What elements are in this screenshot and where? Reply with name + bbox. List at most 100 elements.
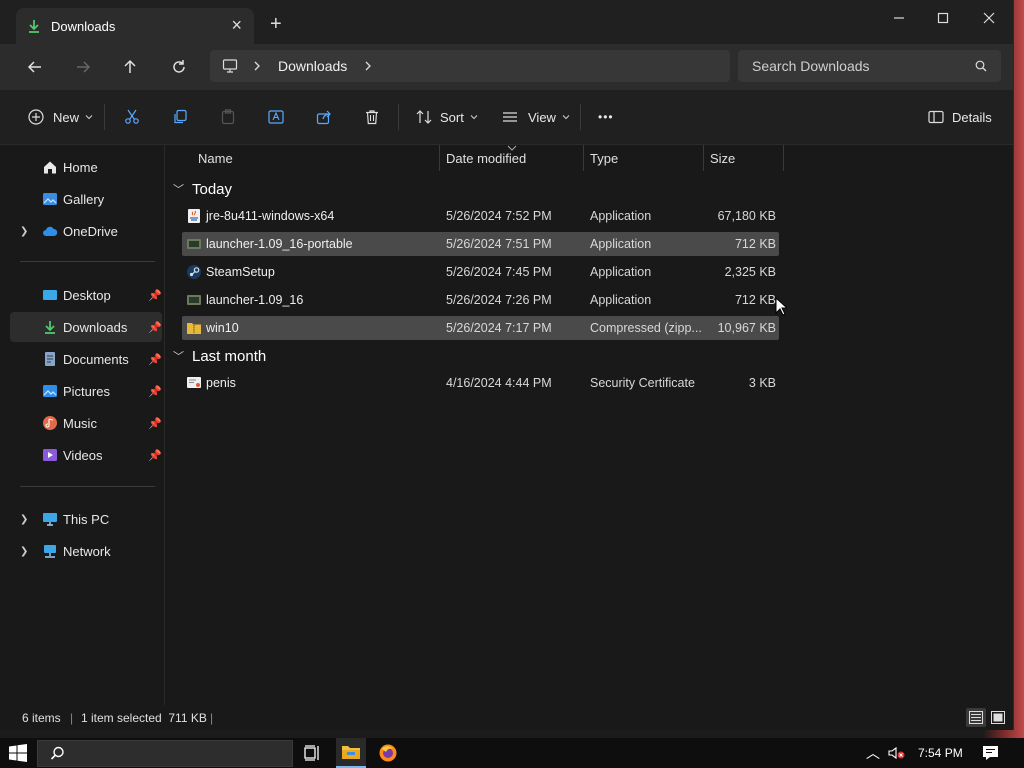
- notification-icon[interactable]: [982, 745, 999, 761]
- minimize-button[interactable]: [876, 6, 922, 30]
- tab-downloads[interactable]: Downloads ×: [16, 8, 254, 44]
- new-button[interactable]: New: [28, 104, 93, 130]
- more-options-button[interactable]: •••: [598, 104, 614, 130]
- volume-muted-icon[interactable]: [888, 746, 906, 760]
- taskbar-file-explorer[interactable]: [336, 738, 366, 768]
- file-name: launcher-1.09_16: [206, 293, 304, 307]
- sidebar-item-music[interactable]: Music 📌: [10, 408, 162, 438]
- sidebar-item-this-pc[interactable]: ❯ This PC: [10, 504, 162, 534]
- paste-button[interactable]: [220, 104, 236, 130]
- details-pane-button[interactable]: Details: [928, 104, 992, 130]
- pin-icon[interactable]: 📌: [148, 321, 162, 334]
- view-button[interactable]: View: [502, 104, 570, 130]
- address-bar[interactable]: Downloads: [210, 50, 730, 82]
- pin-icon[interactable]: 📌: [148, 449, 162, 462]
- breadcrumb-downloads[interactable]: Downloads: [278, 58, 347, 74]
- table-row[interactable]: launcher-1.09_16 5/26/2024 7:26 PM Appli…: [182, 288, 779, 312]
- maximize-button[interactable]: [920, 6, 966, 30]
- sidebar-item-network[interactable]: ❯ Network: [10, 536, 162, 566]
- chevron-down-icon: [85, 115, 93, 120]
- chevron-right-icon[interactable]: [363, 61, 373, 71]
- search-input[interactable]: Search Downloads: [738, 50, 1001, 82]
- scissors-icon: [125, 109, 139, 124]
- clock[interactable]: 7:54 PM: [918, 746, 963, 760]
- file-size: 712 KB: [734, 293, 776, 307]
- sidebar-item-videos[interactable]: Videos 📌: [10, 440, 162, 470]
- firefox-icon[interactable]: [378, 743, 398, 763]
- desktop-icon: [43, 290, 57, 300]
- file-name: penis: [206, 376, 236, 390]
- close-window-button[interactable]: [966, 6, 1012, 30]
- chevron-right-icon[interactable]: ❯: [20, 546, 28, 557]
- file-name: win10: [206, 321, 239, 335]
- details-label: Details: [952, 109, 992, 125]
- clipboard-icon: [221, 109, 235, 125]
- sidebar-item-pictures[interactable]: Pictures 📌: [10, 376, 162, 406]
- rename-button[interactable]: [268, 104, 286, 130]
- file-explorer-window: Downloads × + Downloads Search Downloads…: [0, 0, 1014, 730]
- pin-icon[interactable]: 📌: [148, 417, 162, 430]
- sort-button[interactable]: Sort: [416, 104, 478, 130]
- sort-label: Sort: [440, 109, 464, 125]
- windows-start-icon[interactable]: [8, 743, 28, 763]
- folder-icon: [342, 746, 360, 759]
- sidebar-item-label: Home: [63, 159, 98, 175]
- sidebar-item-documents[interactable]: Documents 📌: [10, 344, 162, 374]
- table-row[interactable]: SteamSetup 5/26/2024 7:45 PM Application…: [182, 260, 779, 284]
- table-row[interactable]: penis 4/16/2024 4:44 PM Security Certifi…: [182, 371, 779, 395]
- sidebar-item-label: OneDrive: [63, 223, 118, 239]
- column-header-size[interactable]: Size: [710, 145, 735, 171]
- column-header-type[interactable]: Type: [590, 145, 618, 171]
- file-type: Application: [590, 293, 652, 307]
- network-icon: [44, 545, 56, 558]
- pin-icon[interactable]: 📌: [148, 385, 162, 398]
- chevron-right-icon[interactable]: ❯: [20, 226, 28, 237]
- file-type: Application: [590, 209, 652, 223]
- group-header-last-month[interactable]: ﹀ Last month: [173, 345, 266, 367]
- up-button[interactable]: [114, 52, 146, 82]
- sidebar-item-downloads[interactable]: Downloads 📌: [10, 312, 162, 342]
- video-icon: [43, 449, 57, 461]
- details-view-button[interactable]: [966, 708, 986, 727]
- file-name: launcher-1.09_16-portable: [206, 237, 353, 251]
- file-size: 67,180 KB: [717, 209, 776, 223]
- sidebar-item-home[interactable]: Home: [10, 152, 162, 182]
- file-type: Application: [590, 237, 652, 251]
- column-header-name[interactable]: Name: [198, 145, 233, 171]
- table-row-selected[interactable]: launcher-1.09_16-portable 5/26/2024 7:51…: [182, 232, 779, 256]
- new-tab-button[interactable]: +: [270, 14, 282, 34]
- selection-info: 1 item selected 711 KB: [81, 711, 207, 725]
- tab-label: Downloads: [51, 18, 116, 34]
- forward-button[interactable]: [67, 52, 99, 82]
- share-button[interactable]: [316, 104, 332, 130]
- pin-icon[interactable]: 📌: [148, 289, 162, 302]
- sidebar-item-label: Desktop: [63, 287, 111, 303]
- arrow-right-icon: [77, 61, 91, 73]
- refresh-button[interactable]: [163, 52, 195, 82]
- task-view-icon[interactable]: [302, 743, 322, 763]
- group-header-today[interactable]: ﹀ Today: [173, 178, 232, 200]
- table-row[interactable]: jre-8u411-windows-x64 5/26/2024 7:52 PM …: [182, 204, 779, 228]
- tiles-view-icon: [991, 711, 1005, 724]
- sidebar-item-gallery[interactable]: Gallery: [10, 184, 162, 214]
- copy-button[interactable]: [172, 104, 188, 130]
- sidebar-item-onedrive[interactable]: ❯ OneDrive: [10, 216, 162, 246]
- taskbar-search-box[interactable]: [37, 740, 293, 767]
- delete-button[interactable]: [364, 104, 380, 130]
- steam-icon: [187, 265, 201, 279]
- pin-icon[interactable]: 📌: [148, 353, 162, 366]
- sidebar-item-label: Downloads: [63, 319, 128, 335]
- chevron-right-icon[interactable]: ❯: [20, 514, 28, 525]
- group-label: Last month: [192, 347, 267, 365]
- details-view-icon: [969, 711, 983, 724]
- back-button[interactable]: [19, 52, 51, 82]
- new-label: New: [53, 109, 80, 125]
- show-hidden-icons-icon[interactable]: ︿: [866, 743, 880, 763]
- file-type: Compressed (zipp...: [590, 321, 702, 335]
- sidebar-item-desktop[interactable]: Desktop 📌: [10, 280, 162, 310]
- tiles-view-button[interactable]: [988, 708, 1008, 727]
- cut-button[interactable]: [124, 104, 140, 130]
- table-row-highlighted[interactable]: win10 5/26/2024 7:17 PM Compressed (zipp…: [182, 316, 779, 340]
- close-tab-button[interactable]: ×: [231, 16, 242, 34]
- minimize-icon: [894, 17, 904, 19]
